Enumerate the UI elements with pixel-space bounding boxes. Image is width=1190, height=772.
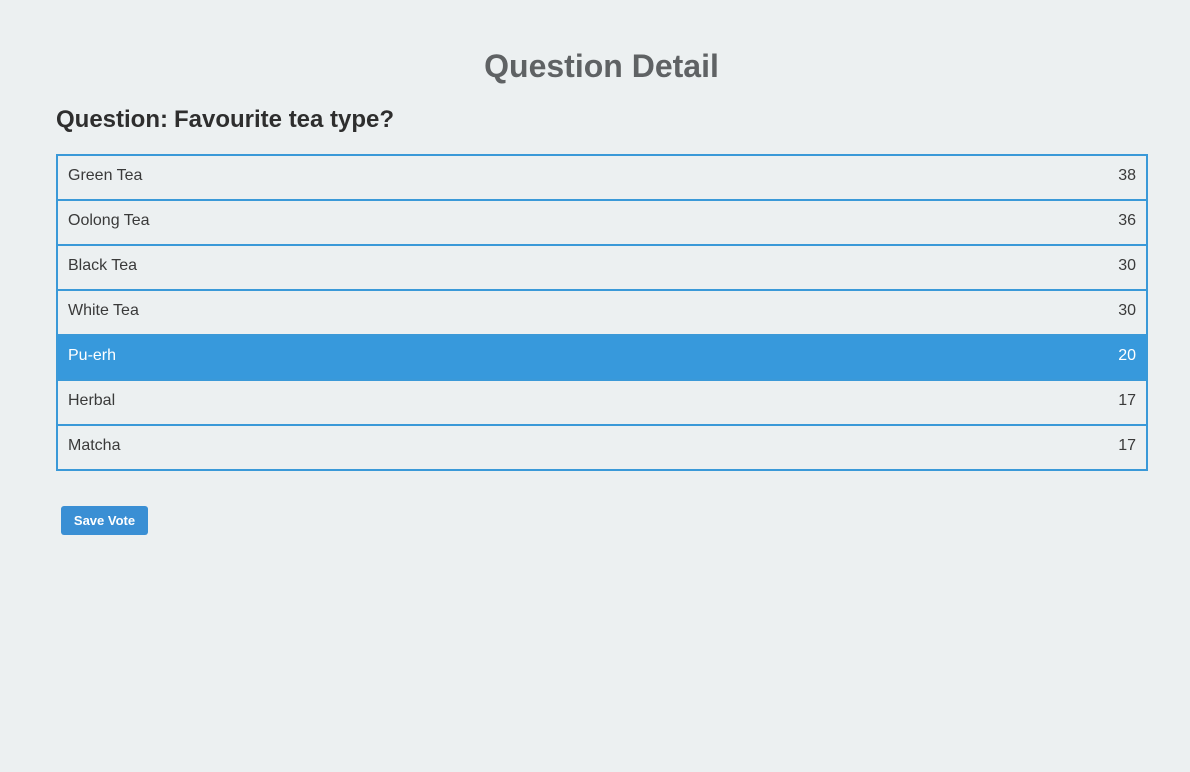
choice-item-green-tea[interactable]: Green Tea 38 [56,154,1148,201]
choice-label: White Tea [68,302,139,319]
save-vote-button[interactable]: Save Vote [61,506,148,535]
choice-label: Green Tea [68,167,143,184]
page: Question Detail Question: Favourite tea t… [0,0,1190,772]
choice-item-oolong-tea[interactable]: Oolong Tea 36 [56,199,1148,246]
question-text: Favourite tea type? [174,106,395,133]
choice-label: Pu-erh [68,347,117,364]
choice-label: Herbal [68,392,116,409]
choice-item-pu-erh[interactable]: Pu-erh 20 [56,334,1148,381]
choice-votes: 30 [1118,302,1136,319]
choice-votes: 17 [1118,392,1136,409]
choice-votes: 17 [1118,437,1136,454]
choice-label: Oolong Tea [68,212,150,229]
choice-list: Green Tea 38 Oolong Tea 36 Black Tea 30 … [56,154,1148,471]
choice-label: Matcha [68,437,121,454]
choice-votes: 38 [1118,167,1136,184]
choice-votes: 20 [1118,347,1136,364]
question-label: Question: [56,106,168,133]
question-heading: Question: Favourite tea type? [56,105,394,135]
choice-label: Black Tea [68,257,138,274]
choice-item-white-tea[interactable]: White Tea 30 [56,289,1148,336]
choice-item-herbal[interactable]: Herbal 17 [56,379,1148,426]
choice-item-black-tea[interactable]: Black Tea 30 [56,244,1148,291]
choice-item-matcha[interactable]: Matcha 17 [56,424,1148,471]
choice-votes: 30 [1118,257,1136,274]
choice-votes: 36 [1118,212,1136,229]
page-title: Question Detail [484,48,719,84]
